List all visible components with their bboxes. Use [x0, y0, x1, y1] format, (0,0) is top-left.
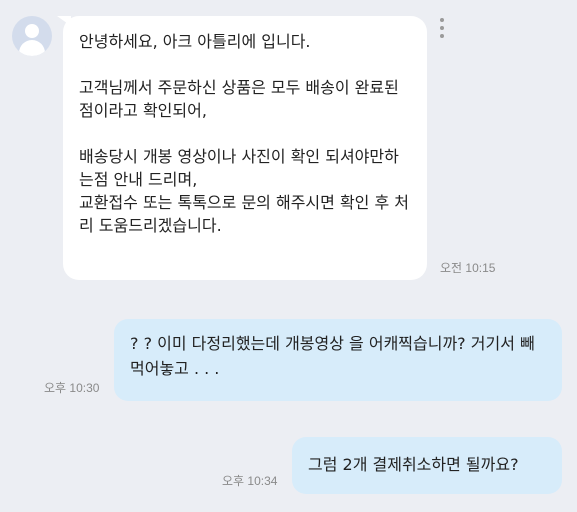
outgoing-message-bubble: ? ? 이미 다정리했는데 개봉영상 을 어캐찍습니까? 거기서 빼먹어놓고 .…	[114, 319, 562, 401]
outgoing-message-bubble: 그럼 2개 결제취소하면 될까요?	[292, 437, 562, 494]
avatar-head-shape	[25, 24, 39, 38]
incoming-message-bubble: 안녕하세요, 아크 아틀리에 입니다. 고객님께서 주문하신 상품은 모두 배송…	[63, 16, 427, 280]
message-time: 오후 10:30	[44, 381, 100, 395]
more-options-icon[interactable]	[434, 18, 450, 42]
avatar[interactable]	[12, 16, 52, 56]
message-time: 오후 10:34	[222, 474, 278, 488]
message-time: 오전 10:15	[440, 261, 496, 275]
avatar-shoulders-shape	[19, 40, 45, 56]
